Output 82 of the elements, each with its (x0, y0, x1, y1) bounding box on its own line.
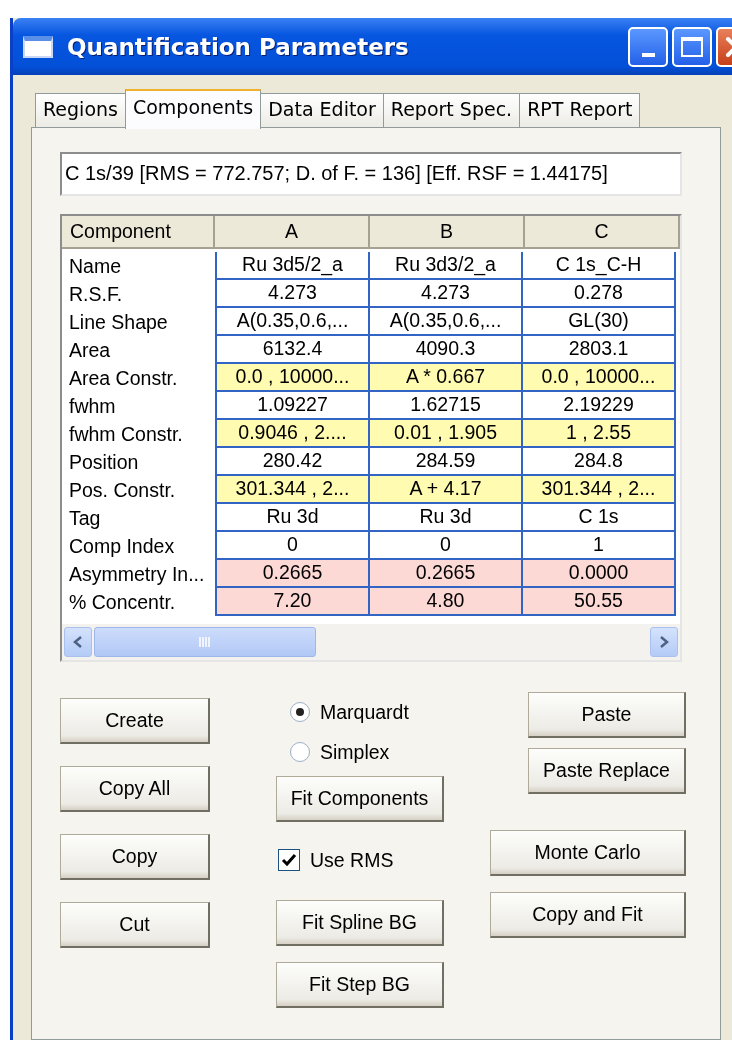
row-label: fwhm (68, 394, 117, 419)
radio-label[interactable]: Simplex (320, 740, 390, 764)
table-cell[interactable]: 50.55 (521, 588, 676, 616)
table-cell[interactable]: 0.2665 (368, 560, 523, 588)
radio-button[interactable] (290, 742, 310, 762)
row-label: Asymmetry In... (68, 562, 206, 587)
table-cell[interactable]: 284.8 (521, 448, 676, 476)
column-header[interactable]: B (370, 216, 525, 249)
table-cell[interactable]: A + 4.17 (368, 476, 523, 504)
row-label: % Concentr. (68, 590, 177, 615)
window-icon (23, 35, 53, 58)
table-cell[interactable]: 0 (215, 532, 370, 560)
table-cell[interactable]: 1 , 2.55 (521, 420, 676, 448)
action-button[interactable]: Copy (60, 834, 210, 880)
action-button[interactable]: Copy All (60, 766, 210, 812)
row-label: Name (68, 254, 123, 279)
table-cell[interactable]: 0.278 (521, 280, 676, 308)
table-cell[interactable]: 0.0 , 10000... (521, 364, 676, 392)
table-cell[interactable]: A * 0.667 (368, 364, 523, 392)
minimize-button[interactable] (628, 26, 668, 67)
table-cell[interactable]: 0.0 , 10000... (215, 364, 370, 392)
column-header[interactable]: Component (62, 216, 215, 249)
table-cell[interactable]: 301.344 , 2... (215, 476, 370, 504)
row-label: Tag (68, 506, 102, 531)
row-label: Position (68, 450, 140, 475)
tab[interactable]: Data Editor (260, 93, 384, 127)
action-button[interactable]: Fit Step BG (276, 962, 444, 1008)
window-title: Quantification Parameters (67, 33, 409, 60)
column-header[interactable]: A (215, 216, 370, 249)
table-cell[interactable]: 4.273 (215, 280, 370, 308)
action-button[interactable]: Create (60, 698, 210, 744)
action-button[interactable]: Paste Replace (528, 748, 686, 794)
table-cell[interactable]: 4.80 (368, 588, 523, 616)
table-cell[interactable]: 0.0000 (521, 560, 676, 588)
table-cell[interactable]: 6132.4 (215, 336, 370, 364)
table-cell[interactable]: 0.9046 , 2.... (215, 420, 370, 448)
table-cell[interactable]: 0.2665 (215, 560, 370, 588)
table-cell[interactable]: A(0.35,0.6,... (215, 308, 370, 336)
row-label: R.S.F. (68, 282, 124, 307)
table-cell[interactable]: GL(30) (521, 308, 676, 336)
radio-label[interactable]: Marquardt (320, 700, 409, 724)
table-cell[interactable]: 301.344 , 2... (521, 476, 676, 504)
action-button[interactable]: Copy and Fit (490, 892, 686, 938)
row-label: Area (68, 338, 112, 363)
chevron-right-icon (658, 635, 670, 649)
maximize-button[interactable] (672, 26, 712, 67)
tab[interactable]: Components (124, 89, 262, 129)
tab[interactable]: RPT Report (519, 93, 641, 127)
checkbox[interactable] (278, 849, 300, 871)
grip-icon (199, 636, 211, 648)
table-cell[interactable]: Ru 3d (215, 504, 370, 532)
scroll-thumb[interactable] (94, 627, 316, 657)
horizontal-scrollbar[interactable] (62, 624, 680, 660)
row-label: Pos. Constr. (68, 478, 177, 503)
tab[interactable]: Regions (35, 93, 126, 127)
chevron-left-icon (72, 635, 84, 649)
row-label: Area Constr. (68, 366, 179, 391)
checkbox-label[interactable]: Use RMS (310, 848, 394, 872)
radio-button[interactable] (290, 702, 310, 722)
action-button[interactable]: Paste (528, 692, 686, 738)
row-label: fwhm Constr. (68, 422, 184, 447)
table-cell[interactable]: 0.01 , 1.905 (368, 420, 523, 448)
scroll-left-button[interactable] (64, 627, 92, 657)
column-header[interactable]: C (525, 216, 680, 249)
action-button[interactable]: Cut (60, 902, 210, 948)
table-cell[interactable]: 2.19229 (521, 392, 676, 420)
table-cell[interactable]: C 1s (521, 504, 676, 532)
table-cell[interactable]: 1.09227 (215, 392, 370, 420)
row-label: Comp Index (68, 534, 176, 559)
table-cell[interactable]: Ru 3d5/2_a (215, 252, 370, 280)
table-cell[interactable]: 7.20 (215, 588, 370, 616)
action-button[interactable]: Monte Carlo (490, 830, 686, 876)
scroll-right-button[interactable] (650, 627, 678, 657)
action-button[interactable]: Fit Components (276, 776, 444, 822)
tab[interactable]: Report Spec. (382, 93, 521, 127)
table-cell[interactable]: 280.42 (215, 448, 370, 476)
row-label: Line Shape (68, 310, 169, 335)
summary-field[interactable]: C 1s/39 [RMS = 772.757; D. of F. = 136] [Eff. RSF = 1.44175] (60, 152, 682, 196)
table-cell[interactable]: C 1s_C-H (521, 252, 676, 280)
table-cell[interactable]: 2803.1 (521, 336, 676, 364)
action-button[interactable]: Fit Spline BG (276, 900, 444, 946)
table-cell[interactable]: 1 (521, 532, 676, 560)
